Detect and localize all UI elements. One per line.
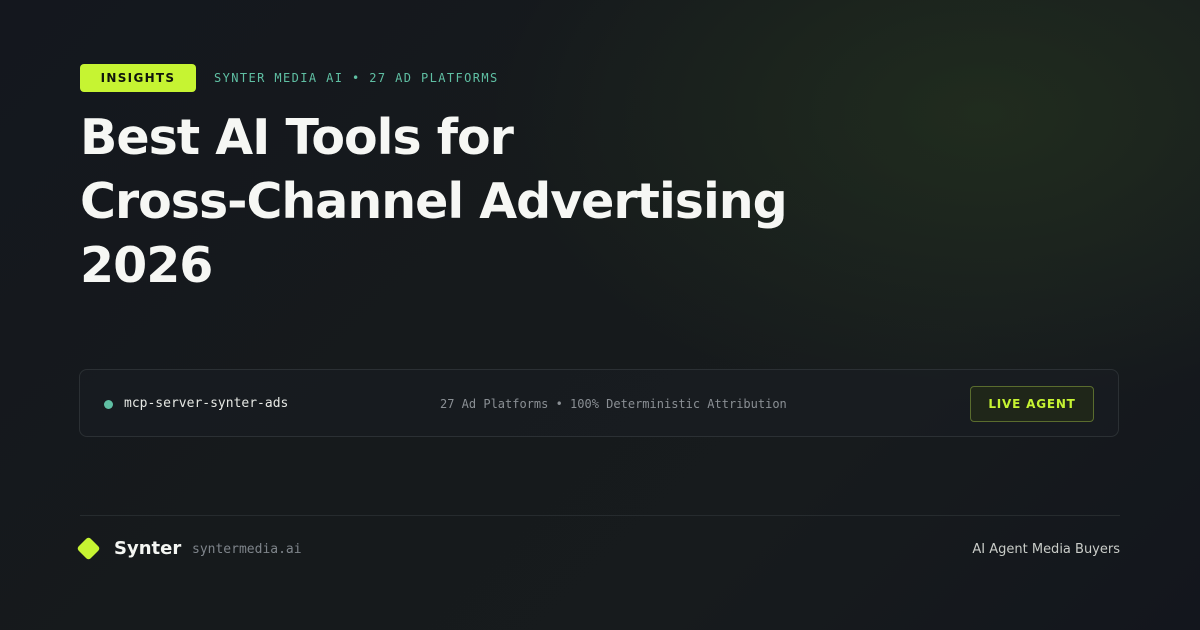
header-row: INSIGHTS SYNTER MEDIA AI • 27 AD PLATFOR… <box>80 64 499 92</box>
page-title: Best AI Tools for Cross-Channel Advertis… <box>80 106 980 298</box>
title-line-3: 2026 <box>80 237 213 294</box>
footer-divider <box>80 515 1120 516</box>
header-meta: SYNTER MEDIA AI • 27 AD PLATFORMS <box>214 71 499 85</box>
status-dot-icon <box>104 400 113 409</box>
footer-tagline: AI Agent Media Buyers <box>972 542 1120 557</box>
title-line-2: Cross-Channel Advertising <box>80 173 788 230</box>
title-line-1: Best AI Tools for <box>80 109 514 166</box>
diamond-logo-icon <box>76 536 101 561</box>
brand-domain-link[interactable]: syntermedia.ai <box>192 542 302 557</box>
server-name: mcp-server-synter-ads <box>124 396 289 411</box>
live-agent-button[interactable]: LIVE AGENT <box>970 386 1094 422</box>
server-stats: 27 Ad Platforms • 100% Deterministic Att… <box>440 397 787 411</box>
agent-status-bar: mcp-server-synter-ads 27 Ad Platforms • … <box>79 369 1119 437</box>
category-badge: INSIGHTS <box>80 64 196 92</box>
brand-name: Synter <box>114 538 182 559</box>
